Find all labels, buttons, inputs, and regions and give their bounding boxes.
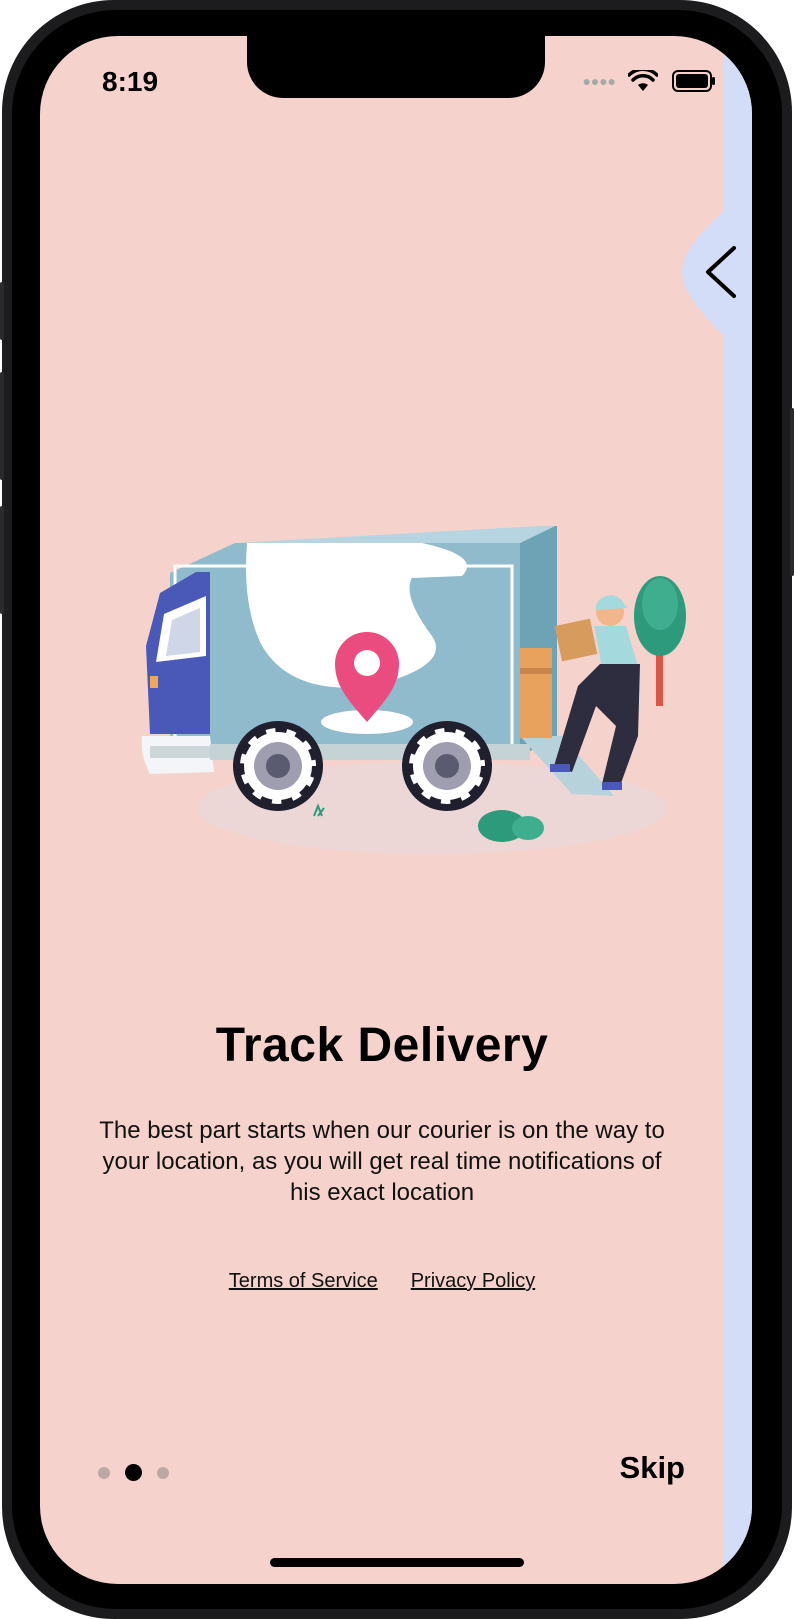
- volume-up-button: [0, 372, 4, 480]
- battery-icon: [672, 70, 715, 92]
- notch: [247, 36, 545, 98]
- legal-links: Terms of Service Privacy Policy: [40, 1270, 724, 1293]
- privacy-policy-link[interactable]: Privacy Policy: [411, 1270, 535, 1293]
- silent-switch: [0, 282, 4, 340]
- wifi-icon: [628, 70, 658, 91]
- skip-button[interactable]: Skip: [620, 1450, 685, 1486]
- page-dot-active[interactable]: [125, 1464, 142, 1481]
- page-dot[interactable]: [157, 1466, 169, 1479]
- status-time: 8:19: [102, 66, 159, 97]
- home-indicator[interactable]: [270, 1558, 524, 1567]
- onboarding-description: The best part starts when our courier is…: [99, 1117, 665, 1206]
- page-indicator: [98, 1464, 169, 1481]
- terms-of-service-link[interactable]: Terms of Service: [229, 1270, 378, 1293]
- page-dot[interactable]: [98, 1466, 110, 1479]
- signal-icon: ● ● ● ●: [582, 73, 616, 89]
- onboarding-title: Track Delivery: [215, 1019, 549, 1072]
- back-tab[interactable]: [662, 184, 752, 366]
- power-button: [790, 408, 794, 576]
- status-icons: ● ● ● ●: [583, 68, 717, 94]
- delivery-truck-illustration: [141, 526, 686, 854]
- volume-down-button: [0, 506, 4, 614]
- onboarding-screen: 8:19 ● ● ● ● Track Delivery The best par…: [40, 36, 752, 1584]
